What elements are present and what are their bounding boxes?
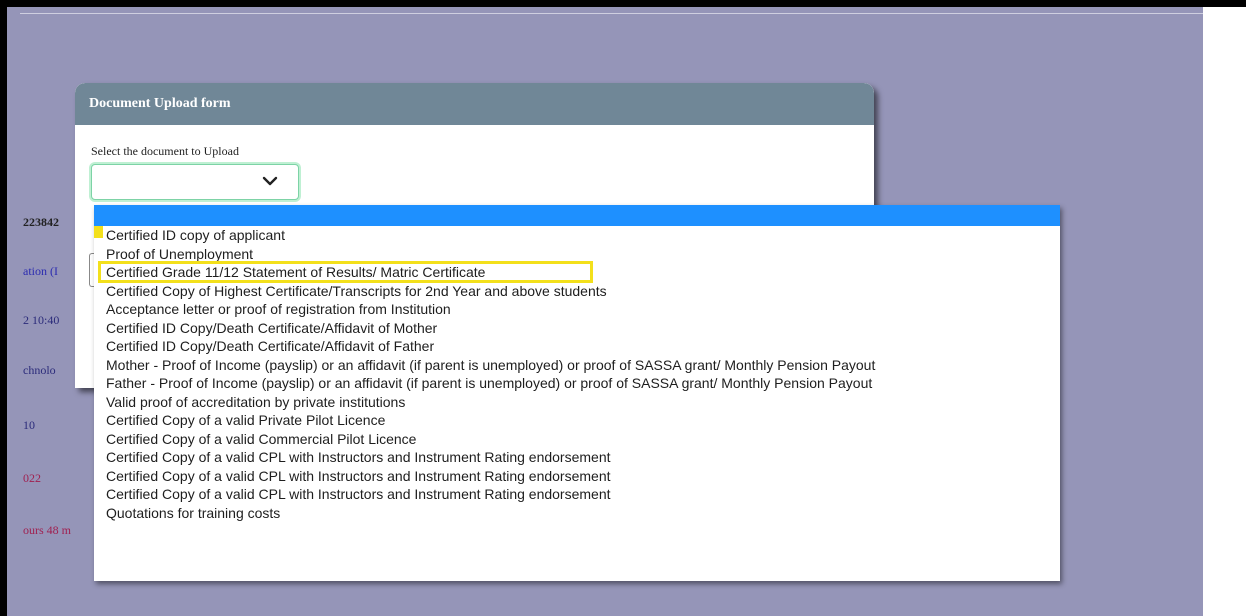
bg-fragment-id-number: 223842 [23, 215, 59, 229]
dropdown-option[interactable]: Certified ID copy of applicant [94, 226, 1060, 245]
dropdown-option[interactable]: Certified ID Copy/Death Certificate/Affi… [94, 337, 1060, 356]
dropdown-option[interactable]: Certified Copy of a valid CPL with Instr… [94, 467, 1060, 486]
dropdown-option[interactable]: Certified Copy of a valid Commercial Pil… [94, 430, 1060, 449]
bg-fragment-year: 022 [23, 471, 41, 485]
bg-fragment-institution[interactable]: ation (I [23, 264, 58, 279]
select-document-label: Select the document to Upload [91, 144, 239, 158]
dialog-header: Document Upload form [75, 83, 874, 125]
dropdown-option[interactable]: Valid proof of accreditation by private … [94, 393, 1060, 412]
dropdown-option[interactable]: Quotations for training costs [94, 504, 1060, 523]
dropdown-option[interactable]: Certified Copy of a valid Private Pilot … [94, 411, 1060, 430]
dropdown-option[interactable]: Acceptance letter or proof of registrati… [94, 300, 1060, 319]
bg-fragment-number: 10 [23, 418, 35, 432]
dropdown-option[interactable]: Father - Proof of Income (payslip) or an… [94, 374, 1060, 393]
dropdown-option[interactable]: Certified Copy of a valid CPL with Instr… [94, 485, 1060, 504]
dropdown-option[interactable]: Certified Copy of a valid CPL with Instr… [94, 448, 1060, 467]
option-blank-selected[interactable] [94, 205, 1060, 226]
dropdown-option[interactable]: Mother - Proof of Income (payslip) or an… [94, 356, 1060, 375]
dropdown-option[interactable]: Certified ID Copy/Death Certificate/Affi… [94, 319, 1060, 338]
dropdown-option[interactable]: Certified Copy of Highest Certificate/Tr… [94, 282, 1060, 301]
bg-fragment-course: chnolo [23, 363, 56, 377]
dropdown-option[interactable]: Certified Grade 11/12 Statement of Resul… [94, 261, 1060, 283]
chevron-down-icon[interactable] [262, 174, 278, 188]
options-container: Certified ID copy of applicant Proof of U… [94, 226, 1060, 522]
page-divider [20, 13, 1203, 14]
document-type-options-list[interactable]: Certified ID copy of applicant Proof of U… [94, 205, 1060, 581]
document-type-select[interactable] [91, 164, 299, 200]
bg-fragment-duration: ours 48 m [23, 523, 71, 537]
dialog-title: Document Upload form [89, 96, 231, 111]
bg-fragment-date-time: 2 10:40 [23, 313, 60, 327]
